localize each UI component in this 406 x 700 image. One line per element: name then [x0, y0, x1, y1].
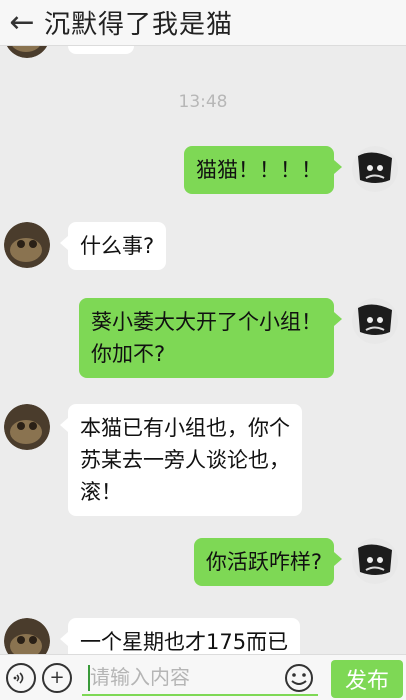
message-bubble-sent[interactable]: 葵小萎大大开了个小组！ 你加不? — [79, 298, 342, 378]
user-avatar[interactable] — [352, 298, 398, 344]
contact-avatar[interactable] — [4, 618, 50, 654]
chat-title: 沉默得了我是猫 — [44, 10, 234, 40]
plus-icon[interactable]: + — [42, 663, 72, 693]
contact-avatar[interactable] — [4, 46, 50, 58]
input-bar: + 发布 — [0, 654, 406, 700]
emoji-icon[interactable] — [283, 662, 315, 694]
message-bubble-received[interactable]: 本猫已有小组也，你个 苏某去一旁人谈论也， 滚！ — [60, 404, 302, 516]
user-avatar[interactable] — [352, 146, 398, 192]
message-bubble-received[interactable]: 什么事? — [59, 222, 167, 270]
text-cursor — [88, 665, 90, 691]
voice-icon[interactable] — [6, 663, 36, 693]
title-bar: ← 沉默得了我是猫 — [0, 0, 406, 46]
user-avatar[interactable] — [352, 538, 398, 584]
arrow-left-icon[interactable]: ← — [0, 0, 44, 46]
message-timestamp: 13:48 — [178, 92, 228, 112]
message-bubble-received[interactable]: 一个星期也才175而已 — [59, 618, 301, 654]
send-button[interactable]: 发布 — [331, 660, 403, 698]
message-bubble-sent[interactable]: 猫猫！！！！ — [184, 146, 342, 194]
message-bubble-sent[interactable]: 你活跃咋样? — [193, 538, 343, 586]
contact-avatar[interactable] — [4, 404, 50, 450]
message-bubble-received[interactable]: 滚！ — [68, 46, 134, 54]
contact-avatar[interactable] — [4, 222, 50, 268]
message-list[interactable]: 滚！ 13:48 猫猫！！！！ 什么事? 葵小萎大大开了个小组！ 你加不? 本猫… — [0, 46, 406, 654]
